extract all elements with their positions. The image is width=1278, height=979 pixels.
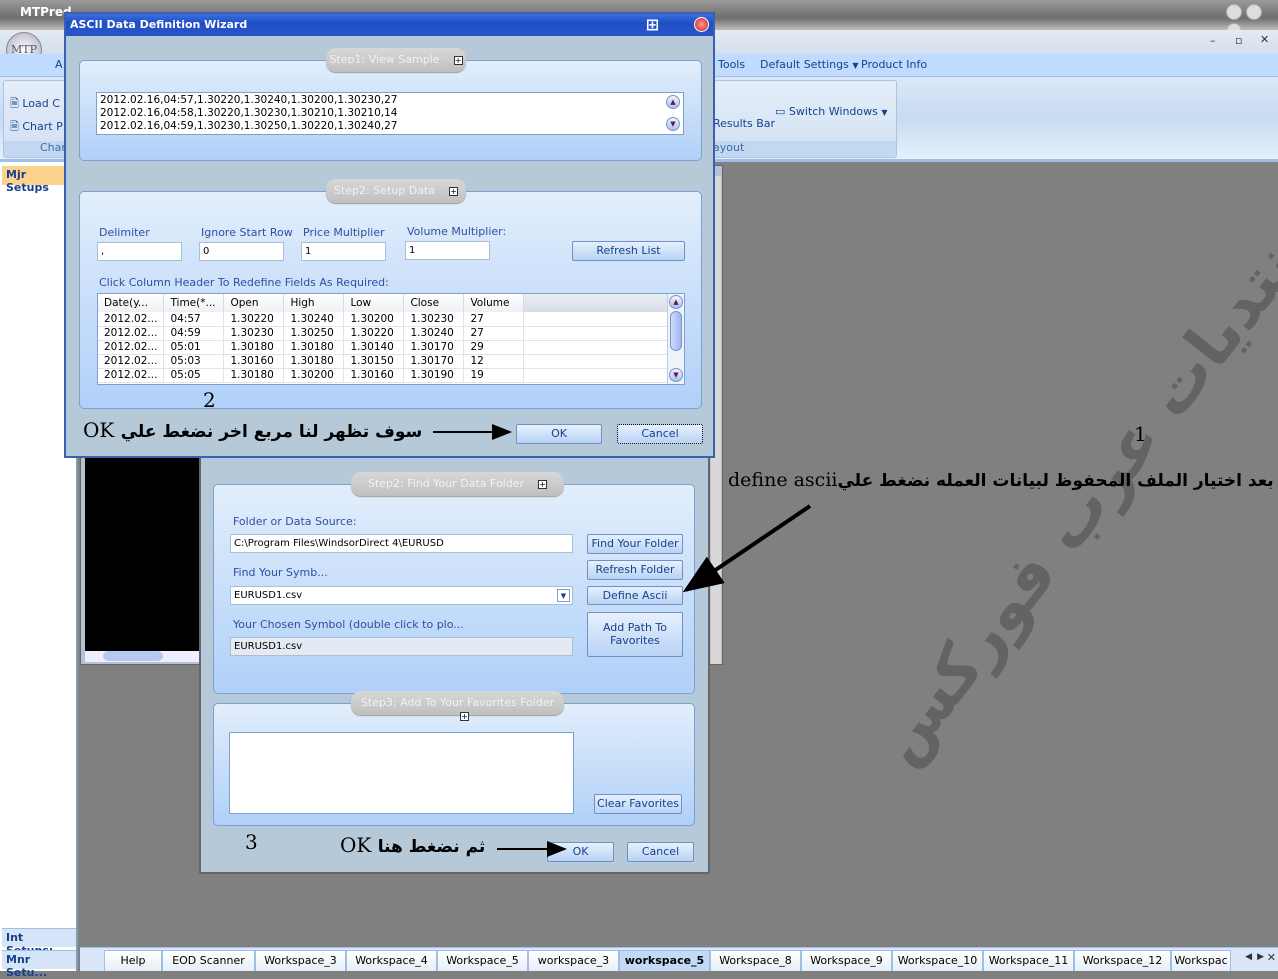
annotation-arrows (433, 424, 812, 857)
arrow-to-define-ascii (682, 504, 812, 593)
